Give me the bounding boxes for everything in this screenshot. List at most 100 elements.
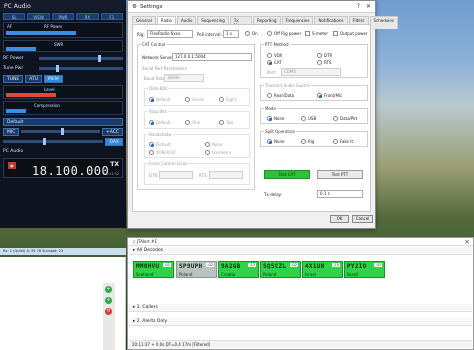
rig-label: Rig: bbox=[137, 32, 145, 37]
handshake-hardware-dot bbox=[205, 150, 210, 155]
data-bits-seven-dot bbox=[185, 97, 190, 102]
close-icon[interactable]: ✕ bbox=[366, 3, 371, 10]
decode-card[interactable]: PY2IO -03 Brazil bbox=[344, 261, 385, 278]
compression-meter-fill bbox=[6, 109, 26, 113]
output-power-label: Output power bbox=[340, 31, 368, 36]
stop-bits-title: Stop Bits bbox=[148, 109, 168, 114]
decode-card[interactable]: MM0HVU -01 Scotland bbox=[133, 261, 174, 278]
rf-power-row: RF Power bbox=[3, 54, 123, 63]
mem-button[interactable]: MEM bbox=[44, 74, 63, 83]
dtr-select[interactable] bbox=[159, 171, 193, 179]
split-rig[interactable]: Rig bbox=[301, 139, 314, 144]
stop-bits-default-dot bbox=[149, 120, 154, 125]
radio-top-button-view[interactable]: VIEW bbox=[27, 13, 50, 20]
ptt-method-title: PTT Method bbox=[264, 42, 290, 47]
rts-select[interactable] bbox=[209, 171, 243, 179]
handshake-xon-xoff[interactable]: XON/XOFF bbox=[149, 150, 176, 155]
rf-power-slider-handle[interactable] bbox=[97, 55, 101, 62]
data-bits-seven[interactable]: Seven bbox=[185, 97, 204, 102]
test-ptt-button[interactable]: Test PTT bbox=[317, 170, 363, 179]
handshake-hardware-label: Hardware bbox=[212, 150, 232, 155]
atu-button[interactable]: ATU bbox=[25, 74, 43, 83]
cat-control-group: CAT Control Network Server: 127.0.0.1:50… bbox=[137, 42, 255, 190]
mic-button[interactable]: MIC bbox=[3, 127, 20, 136]
handshake-hardware[interactable]: Hardware bbox=[205, 150, 231, 155]
mic-level-slider-handle[interactable] bbox=[60, 128, 64, 135]
monitor-slider-handle[interactable] bbox=[43, 138, 47, 145]
split-rig-dot bbox=[301, 139, 306, 144]
tune-power-slider[interactable] bbox=[39, 65, 123, 72]
poll-interval-spinbox[interactable]: 1 s bbox=[223, 30, 239, 38]
default-row: Default bbox=[3, 117, 123, 126]
decoder-titlebar: ♫ JTAlert #1 × bbox=[128, 238, 473, 246]
frequency-display[interactable]: ◉ 18.100.000 TX 20:11:32 bbox=[3, 158, 123, 178]
mic-level-slider[interactable] bbox=[21, 128, 100, 135]
add-icon[interactable]: + bbox=[105, 286, 112, 293]
rf-power-slider[interactable] bbox=[39, 55, 123, 62]
dax-button[interactable]: DAX bbox=[105, 137, 123, 146]
radio-top-button-f1[interactable]: F1 bbox=[100, 13, 124, 20]
ptt-cat[interactable]: CAT bbox=[267, 60, 282, 65]
mode-data-pkt[interactable]: Data/Pkt bbox=[333, 116, 357, 121]
stop-bits-one-label: One bbox=[192, 120, 201, 125]
decode-card[interactable]: SQ5CZL -02 Poland bbox=[260, 261, 301, 278]
radio-top-button-sl[interactable]: SL bbox=[3, 13, 26, 20]
transmit-audio-source-group: Transmit Audio Source Rear/Data Front/Mi… bbox=[260, 83, 368, 101]
remove-icon[interactable]: ✕ bbox=[105, 308, 112, 315]
decode-card[interactable]: 9A2GB -13 Croatia bbox=[218, 261, 259, 278]
rig-select[interactable]: FlexRadio 6xxx bbox=[147, 30, 193, 38]
tune-button[interactable]: TUNE bbox=[3, 74, 24, 83]
output-power-box bbox=[333, 31, 338, 36]
s-meter-checkbox[interactable]: S-meter bbox=[305, 31, 328, 36]
decoder-close-icon[interactable]: × bbox=[464, 238, 470, 246]
help-icon[interactable]: ? bbox=[357, 3, 360, 10]
stop-bits-two[interactable]: Two bbox=[219, 120, 234, 125]
stop-bits-one[interactable]: One bbox=[185, 120, 200, 125]
decode-card[interactable]: 4X1UN -10 Israel bbox=[302, 261, 343, 278]
tab-schedules[interactable]: Schedules bbox=[369, 16, 398, 29]
mode-usb[interactable]: USB bbox=[301, 116, 316, 121]
stop-bits-default[interactable]: Default bbox=[149, 120, 171, 125]
tx-delay-spinbox[interactable]: 0.1 s bbox=[317, 190, 363, 198]
ptt-dtr[interactable]: DTR bbox=[317, 53, 332, 58]
level-meter: Level bbox=[3, 85, 123, 99]
ptt-rts[interactable]: RTS bbox=[317, 60, 331, 65]
test-cat-button[interactable]: Test CAT bbox=[264, 170, 310, 179]
alerts-only-header[interactable]: ▸ 2. Alerts Only bbox=[129, 318, 472, 326]
handshake-default[interactable]: Default bbox=[149, 142, 171, 147]
add-second-icon[interactable]: + bbox=[105, 297, 112, 304]
tx-audio-front-mic[interactable]: Front/Mic bbox=[317, 93, 342, 98]
tx-audio-rear-data[interactable]: Rear/Data bbox=[267, 93, 294, 98]
data-bits-default-dot bbox=[149, 97, 154, 102]
ok-button[interactable]: OK bbox=[330, 215, 349, 223]
data-bits-eight[interactable]: Eight bbox=[219, 97, 236, 102]
rts-label: RTS: bbox=[199, 173, 208, 178]
mode-none-dot bbox=[267, 116, 272, 121]
network-server-label: Network Server: bbox=[142, 55, 175, 60]
split-fake-it[interactable]: Fake It bbox=[333, 139, 353, 144]
all-decodes-header[interactable]: ▸ All Decodes bbox=[129, 247, 472, 255]
decode-card[interactable]: SP9UPH -02 Poland bbox=[176, 261, 217, 278]
ptt-vox[interactable]: VOX bbox=[267, 53, 282, 58]
default-profile-select[interactable]: Default bbox=[3, 117, 123, 126]
acc-button[interactable]: +ACC bbox=[101, 127, 123, 136]
ptt-port-select[interactable]: COM4 bbox=[281, 68, 341, 76]
callers-header[interactable]: ▸ 1. Callers bbox=[129, 304, 472, 312]
radio-power-on[interactable]: On bbox=[245, 31, 258, 36]
radio-top-button-pwr[interactable]: PWR bbox=[51, 13, 75, 20]
decode-callsign: PY2IO bbox=[347, 263, 367, 270]
tune-power-slider-handle[interactable] bbox=[55, 65, 59, 72]
cancel-button[interactable]: Cancel bbox=[352, 215, 373, 223]
output-power-checkbox[interactable]: Output power bbox=[333, 31, 368, 36]
monitor-slider[interactable] bbox=[3, 138, 104, 145]
radio-power-off[interactable]: Off Rig power bbox=[267, 31, 301, 36]
split-none-dot bbox=[267, 139, 272, 144]
baud-rate-select[interactable]: 19200 bbox=[164, 74, 204, 82]
ptt-vox-dot bbox=[267, 53, 272, 58]
split-none[interactable]: None bbox=[267, 139, 284, 144]
radio-top-button-rx[interactable]: RX bbox=[76, 13, 99, 20]
data-bits-default[interactable]: Default bbox=[149, 97, 171, 102]
handshake-none[interactable]: None bbox=[205, 142, 222, 147]
network-server-input[interactable]: 127.0.0.1:5004 bbox=[172, 53, 252, 61]
mode-none[interactable]: None bbox=[267, 116, 284, 121]
